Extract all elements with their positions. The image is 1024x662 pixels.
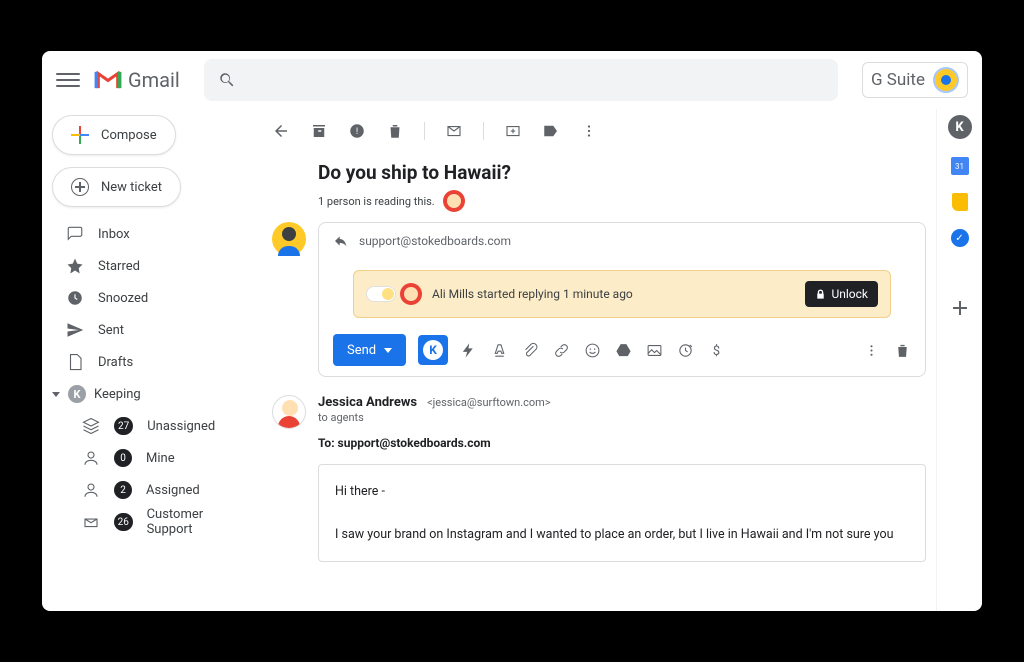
reading-indicator: 1 person is reading this. <box>318 190 926 212</box>
more-vert-icon[interactable] <box>863 342 880 359</box>
mail-icon[interactable] <box>445 122 463 140</box>
image-icon[interactable] <box>646 342 663 359</box>
send-icon <box>66 321 84 339</box>
compose-button[interactable]: Compose <box>52 115 176 155</box>
compose-label: Compose <box>101 128 157 143</box>
back-icon[interactable] <box>272 122 290 140</box>
nav-customer-support[interactable]: 26 Customer Support <box>52 507 252 537</box>
inbox-icon <box>66 225 84 243</box>
gsuite-badge[interactable]: G Suite <box>862 62 968 98</box>
keeping-compose-button[interactable]: K <box>418 335 448 365</box>
discard-icon[interactable] <box>894 342 911 359</box>
nav-mine[interactable]: 0 Mine <box>52 443 252 473</box>
collision-banner: Ali Mills started replying 1 minute ago … <box>353 270 891 318</box>
thread-subject: Do you ship to Hawaii? <box>318 161 926 184</box>
calendar-icon[interactable] <box>951 157 969 175</box>
recipient-summary: to agents <box>318 411 926 424</box>
header-bar: Gmail G Suite <box>42 51 982 109</box>
nav-unassigned[interactable]: 27 Unassigned <box>52 411 252 441</box>
attach-icon[interactable] <box>522 342 539 359</box>
app-name: Gmail <box>128 68 180 92</box>
search-icon <box>218 71 236 89</box>
sender-email: <jessica@surftown.com> <box>427 396 551 409</box>
nav-assigned[interactable]: 2 Assigned <box>52 475 252 505</box>
link-icon[interactable] <box>553 342 570 359</box>
plus-circle-icon <box>71 178 89 196</box>
gmail-icon <box>94 69 122 91</box>
main-menu-icon[interactable] <box>56 73 80 87</box>
new-ticket-label: New ticket <box>101 180 162 195</box>
gmail-logo[interactable]: Gmail <box>94 68 180 92</box>
caret-down-icon <box>52 392 60 397</box>
action-toolbar: ! <box>272 109 926 153</box>
bolt-icon[interactable] <box>460 342 477 359</box>
nav-starred[interactable]: Starred <box>52 251 252 281</box>
star-icon <box>66 257 84 275</box>
gsuite-label: G Suite <box>871 70 925 90</box>
compose-toolbar: Send K <box>333 334 911 366</box>
lock-icon <box>815 289 826 300</box>
side-panel: K <box>936 109 982 611</box>
account-avatar[interactable] <box>933 67 959 93</box>
add-addon-icon[interactable] <box>951 299 969 317</box>
sender-name: Jessica Andrews <box>318 395 417 410</box>
format-icon[interactable] <box>491 342 508 359</box>
toggle-switch[interactable] <box>366 286 396 302</box>
nav-inbox[interactable]: Inbox <box>52 219 252 249</box>
unlock-button[interactable]: Unlock <box>805 281 878 307</box>
new-ticket-button[interactable]: New ticket <box>52 167 181 207</box>
reply-icon <box>333 233 349 249</box>
emoji-icon[interactable] <box>584 342 601 359</box>
nav-keeping[interactable]: K Keeping <box>52 379 252 409</box>
svg-text:!: ! <box>356 127 358 137</box>
clock-icon <box>66 289 84 307</box>
keep-icon[interactable] <box>952 193 968 211</box>
schedule-icon[interactable] <box>677 342 694 359</box>
stack-icon <box>82 417 100 435</box>
sidebar: Compose New ticket Inbox Starred Snoozed… <box>42 109 252 611</box>
delete-icon[interactable] <box>386 122 404 140</box>
label-icon[interactable] <box>542 122 560 140</box>
mailbox-icon <box>82 513 100 531</box>
spam-icon[interactable]: ! <box>348 122 366 140</box>
chevron-down-icon <box>384 348 392 353</box>
reader-avatar <box>443 190 465 212</box>
keeping-panel-icon[interactable]: K <box>948 115 972 139</box>
person-icon <box>82 449 100 467</box>
to-header: To: support@stokedboards.com <box>318 436 926 450</box>
reply-to-row[interactable]: support@stokedboards.com <box>333 233 911 256</box>
move-icon[interactable] <box>504 122 522 140</box>
sender-avatar <box>272 395 306 429</box>
message-block: Jessica Andrews <jessica@surftown.com> t… <box>272 395 926 562</box>
app-window: Gmail G Suite Compose New ticket Inbox <box>42 51 982 611</box>
plus-icon <box>71 126 89 144</box>
drive-icon[interactable] <box>615 342 632 359</box>
tasks-icon[interactable] <box>951 229 969 247</box>
draft-icon <box>66 353 84 371</box>
archive-icon[interactable] <box>310 122 328 140</box>
message-body: Hi there - I saw your brand on Instagram… <box>318 464 926 562</box>
svg-text:$: $ <box>713 343 720 358</box>
nav-sent[interactable]: Sent <box>52 315 252 345</box>
send-button[interactable]: Send <box>333 334 406 366</box>
nav-snoozed[interactable]: Snoozed <box>52 283 252 313</box>
content-area: ! Do you ship to Hawaii? 1 person is rea… <box>252 109 936 611</box>
money-icon[interactable]: $ <box>708 342 725 359</box>
banner-avatar <box>400 283 422 305</box>
person-icon <box>82 481 100 499</box>
current-user-avatar <box>272 222 306 256</box>
search-input[interactable] <box>204 59 838 101</box>
nav-drafts[interactable]: Drafts <box>52 347 252 377</box>
more-icon[interactable] <box>580 122 598 140</box>
compose-card: support@stokedboards.com Ali Mills start… <box>318 222 926 377</box>
keeping-icon: K <box>68 385 86 403</box>
